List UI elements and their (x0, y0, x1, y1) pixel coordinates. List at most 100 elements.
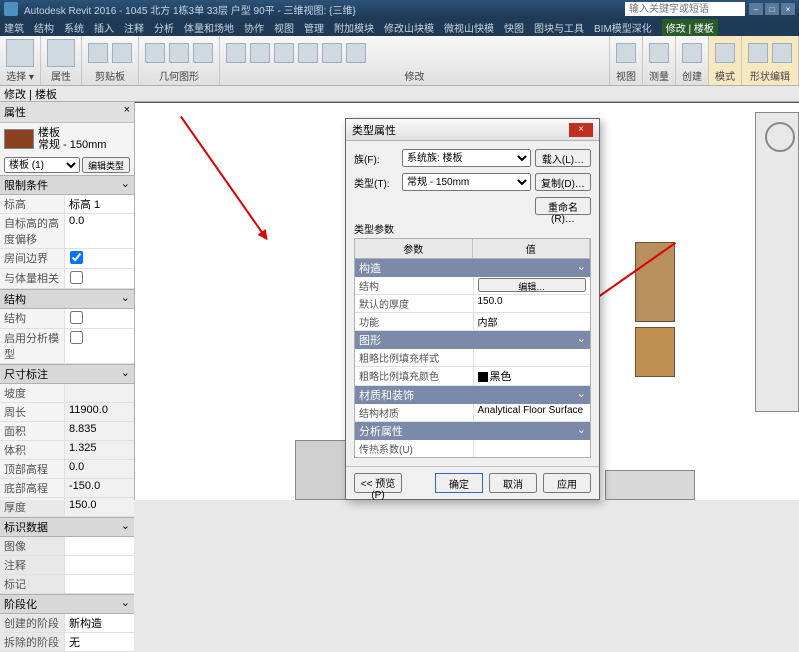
cope-icon[interactable] (145, 43, 165, 63)
tp-function-label: 功能 (355, 313, 473, 330)
create-icon[interactable] (682, 43, 702, 63)
tp-uvalue-value (473, 440, 591, 457)
tab-analyze[interactable]: 分析 (154, 20, 174, 35)
shape2-icon[interactable] (772, 43, 792, 63)
cat-graphics[interactable]: 图形⌄ (355, 331, 590, 349)
load-button[interactable]: 载入(L)… (535, 149, 591, 167)
cat-materials[interactable]: 材质和装饰⌄ (355, 386, 590, 404)
prop-roombound-value[interactable] (64, 249, 134, 268)
prop-image-value[interactable] (64, 537, 134, 555)
measure-icon[interactable] (649, 43, 669, 63)
prop-phasedemo-value[interactable]: 无 (64, 633, 134, 651)
shape-icon[interactable] (748, 43, 768, 63)
rename-button[interactable]: 重命名(R)… (535, 197, 591, 215)
family-select[interactable]: 系统族: 楼板 (402, 149, 531, 167)
section-structural[interactable]: 结构⌄ (0, 289, 134, 309)
prop-offset-value[interactable]: 0.0 (64, 214, 134, 248)
tp-uvalue-label: 传热系数(U) (355, 440, 473, 457)
ribbon-panel: 选择 ▾ 属性 剪贴板 几何图形 修改 视图 测量 创建 模式 形状编辑 (0, 36, 799, 86)
mirror-icon[interactable] (298, 43, 318, 63)
select-icon[interactable] (6, 39, 34, 67)
paste-icon[interactable] (88, 43, 108, 63)
type-select[interactable]: 常规 - 150mm (402, 173, 531, 191)
view-icon[interactable] (616, 43, 636, 63)
ribbon-tabs: 建筑 结构 系统 插入 注释 分析 体量和场地 协作 视图 管理 附加模块 修改… (0, 18, 799, 36)
section-identity[interactable]: 标识数据⌄ (0, 517, 134, 537)
tp-function-value[interactable]: 内部 (473, 313, 591, 330)
app-logo-icon (4, 2, 18, 16)
dialog-close-button[interactable]: × (569, 123, 593, 137)
close-button[interactable]: × (781, 3, 795, 15)
cancel-button[interactable]: 取消 (489, 473, 537, 493)
cat-construction[interactable]: 构造⌄ (355, 259, 590, 277)
prop-slope-label: 坡度 (0, 384, 64, 402)
mode-icon[interactable] (715, 43, 735, 63)
prop-massrel-value[interactable] (64, 269, 134, 288)
edit-type-button[interactable]: 编辑类型 (82, 157, 130, 173)
tab-insert[interactable]: 插入 (94, 20, 114, 35)
split-icon[interactable] (193, 43, 213, 63)
array-icon[interactable] (322, 43, 342, 63)
cut-icon[interactable] (112, 43, 132, 63)
prop-thickness-value: 150.0 (64, 498, 134, 516)
tab-architecture[interactable]: 建筑 (4, 20, 24, 35)
prop-structural-value[interactable] (64, 309, 134, 328)
palette-close-icon[interactable]: × (124, 104, 130, 120)
prop-phasecreated-value[interactable]: 新构造 (64, 614, 134, 632)
rotate-icon[interactable] (274, 43, 294, 63)
prop-mark-value[interactable] (64, 575, 134, 593)
group-measure: 测量 (649, 68, 669, 83)
prop-area-label: 面积 (0, 422, 64, 440)
instance-filter-select[interactable]: 楼板 (1) (4, 157, 80, 173)
tab-collaborate[interactable]: 协作 (244, 20, 264, 35)
prop-topelev-label: 顶部高程 (0, 460, 64, 478)
tab-ext3[interactable]: 快图 (504, 20, 524, 35)
type-selector[interactable]: 楼板常规 - 150mm (0, 123, 134, 155)
duplicate-button[interactable]: 复制(D)… (535, 173, 591, 191)
copy-icon[interactable] (250, 43, 270, 63)
tab-ext1[interactable]: 修改山块模 (384, 20, 434, 35)
tp-coarsecol-value[interactable]: 黑色 (473, 367, 591, 385)
maximize-button[interactable]: □ (765, 3, 779, 15)
group-geometry: 几何图形 (145, 68, 213, 83)
tab-systems[interactable]: 系统 (64, 20, 84, 35)
tab-ext4[interactable]: 图块与工具 (534, 20, 584, 35)
prop-botelev-value: -150.0 (64, 479, 134, 497)
prop-analytic-label: 启用分析模型 (0, 329, 64, 363)
help-search-input[interactable] (625, 2, 745, 16)
apply-button[interactable]: 应用 (543, 473, 591, 493)
dialog-title: 类型属性 (352, 122, 569, 138)
group-clipboard: 剪贴板 (88, 68, 132, 83)
scale-icon[interactable] (346, 43, 366, 63)
section-phasing[interactable]: 阶段化⌄ (0, 594, 134, 614)
preview-button[interactable]: << 预览(P) (354, 473, 402, 493)
edit-structure-button[interactable]: 编辑… (478, 278, 587, 292)
tp-structmat-value[interactable]: Analytical Floor Surface (473, 404, 591, 421)
tab-modify[interactable]: 修改 | 楼板 (662, 19, 718, 36)
prop-botelev-label: 底部高程 (0, 479, 64, 497)
tab-manage[interactable]: 管理 (304, 20, 324, 35)
prop-analytic-value[interactable] (64, 329, 134, 363)
tab-view[interactable]: 视图 (274, 20, 294, 35)
ok-button[interactable]: 确定 (435, 473, 483, 493)
prop-level-value[interactable]: 标高 1 (64, 195, 134, 213)
section-constraints[interactable]: 限制条件⌄ (0, 175, 134, 195)
move-icon[interactable] (226, 43, 246, 63)
properties-icon[interactable] (47, 39, 75, 67)
section-dims[interactable]: 尺寸标注⌄ (0, 364, 134, 384)
context-tab-strip: 修改 | 楼板 (0, 86, 799, 102)
prop-comments-value[interactable] (64, 556, 134, 574)
tab-structure[interactable]: 结构 (34, 20, 54, 35)
minimize-button[interactable]: – (749, 3, 763, 15)
tab-annotate[interactable]: 注释 (124, 20, 144, 35)
tp-coarsepat-value[interactable] (473, 349, 591, 366)
tab-addins[interactable]: 附加模块 (334, 20, 374, 35)
tab-ext2[interactable]: 微视山快模 (444, 20, 494, 35)
tp-structmat-label: 结构材质 (355, 404, 473, 421)
cat-analytical[interactable]: 分析属性⌄ (355, 422, 590, 440)
prop-image-label: 图像 (0, 537, 64, 555)
tab-massing[interactable]: 体量和场地 (184, 20, 234, 35)
prop-perimeter-value: 11900.0 (64, 403, 134, 421)
join-icon[interactable] (169, 43, 189, 63)
tab-bim[interactable]: BIM模型深化 (594, 20, 652, 35)
